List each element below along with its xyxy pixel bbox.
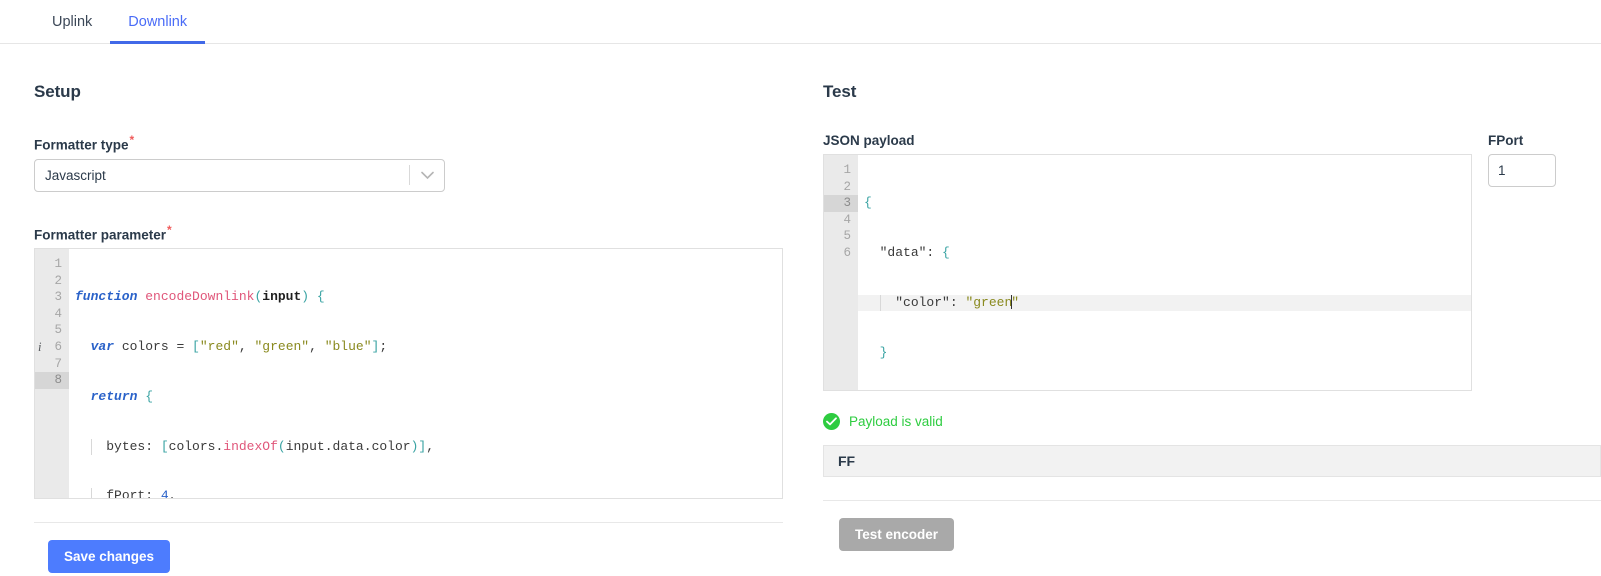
payload-validation-status: Payload is valid <box>823 413 1601 430</box>
line-number: 5 <box>843 229 851 244</box>
fport-input[interactable] <box>1488 154 1556 187</box>
formatter-parameter-label-text: Formatter parameter <box>34 227 167 242</box>
validation-message: Payload is valid <box>849 414 943 429</box>
formatter-type-select[interactable]: Javascript <box>34 158 445 192</box>
json-payload-editor[interactable]: 1 2 3 4 5 6 { "data": { "color": "green"… <box>823 154 1472 391</box>
code-line-3: return { <box>90 388 154 404</box>
line-number: 1 <box>843 163 851 177</box>
javascript-code-editor[interactable]: 1 2 3 4 5 i6 7 8 function encodeDownlink… <box>34 248 783 499</box>
line-number: 2 <box>843 179 851 194</box>
line-number: 7 <box>54 356 62 371</box>
line-number: 3 <box>54 290 62 305</box>
line-number: 5 <box>54 323 62 338</box>
formatter-type-label-text: Formatter type <box>34 137 129 153</box>
line-number: 4 <box>843 212 851 227</box>
tab-downlink[interactable]: Downlink <box>110 0 205 44</box>
json-line-2: "data": { <box>879 244 950 260</box>
tab-uplink[interactable]: Uplink <box>34 0 110 44</box>
save-changes-button[interactable]: Save changes <box>48 540 171 573</box>
json-editor-gutter: 1 2 3 4 5 6 <box>824 155 858 390</box>
setup-column: Setup Formatter type* Javascript Formatt… <box>0 44 783 576</box>
json-line-1: { <box>864 195 872 211</box>
line-number-text: 6 <box>54 339 62 354</box>
encoded-result-field: FF <box>823 445 1601 477</box>
test-heading: Test <box>823 82 857 101</box>
json-payload-label: JSON payload <box>823 133 915 148</box>
required-asterisk: * <box>129 133 135 147</box>
check-circle-icon <box>823 413 840 430</box>
line-number-active: 8 <box>35 372 69 389</box>
code-editor-gutter: 1 2 3 4 5 i6 7 8 <box>35 249 69 498</box>
fport-block: FPort <box>1488 102 1556 187</box>
line-number: 6 <box>843 245 851 260</box>
javascript-code-area[interactable]: function encodeDownlink(input) { var col… <box>69 249 782 498</box>
line-number: 2 <box>54 273 62 288</box>
formatter-type-value: Javascript <box>45 167 106 183</box>
json-line-3-active: "color": "green" <box>858 294 1471 312</box>
required-asterisk: * <box>167 222 172 237</box>
json-code-area[interactable]: { "data": { "color": "green" } } <box>858 155 1471 390</box>
test-encoder-button[interactable]: Test encoder <box>839 518 955 551</box>
code-line-5: fPort: 4, <box>75 488 782 498</box>
chevron-down-icon[interactable] <box>410 171 444 180</box>
json-payload-block: JSON payload 1 2 3 4 5 6 { "data": { "co… <box>823 102 1472 391</box>
test-column: Test JSON payload 1 2 3 4 5 6 { "data": <box>783 44 1601 576</box>
line-number-with-info-marker[interactable]: i6 <box>35 339 69 356</box>
code-line-1: function encodeDownlink(input) { <box>75 289 325 305</box>
setup-heading: Setup <box>34 82 81 101</box>
content-columns: Setup Formatter type* Javascript Formatt… <box>0 44 1601 576</box>
test-actions-row: Test encoder <box>823 500 1601 568</box>
json-line-4: } <box>879 344 888 360</box>
setup-actions-row: Save changes <box>34 522 783 576</box>
line-number: 4 <box>54 306 62 321</box>
json-payload-row: JSON payload 1 2 3 4 5 6 { "data": { "co… <box>823 102 1601 391</box>
code-line-4: bytes: [colors.indexOf(input.data.color)… <box>75 438 782 456</box>
formatter-type-label: Formatter type* <box>34 133 783 153</box>
tab-bar: Uplink Downlink <box>0 0 1601 44</box>
tab-bar-divider <box>0 43 1601 44</box>
fport-label: FPort <box>1488 133 1524 148</box>
formatter-parameter-label: Formatter parameter* <box>34 223 783 243</box>
line-number-active: 3 <box>824 195 858 212</box>
code-line-2: var colors = ["red", "green", "blue"]; <box>90 338 388 354</box>
line-number: 1 <box>54 257 62 271</box>
info-marker-icon[interactable]: i <box>38 339 41 356</box>
